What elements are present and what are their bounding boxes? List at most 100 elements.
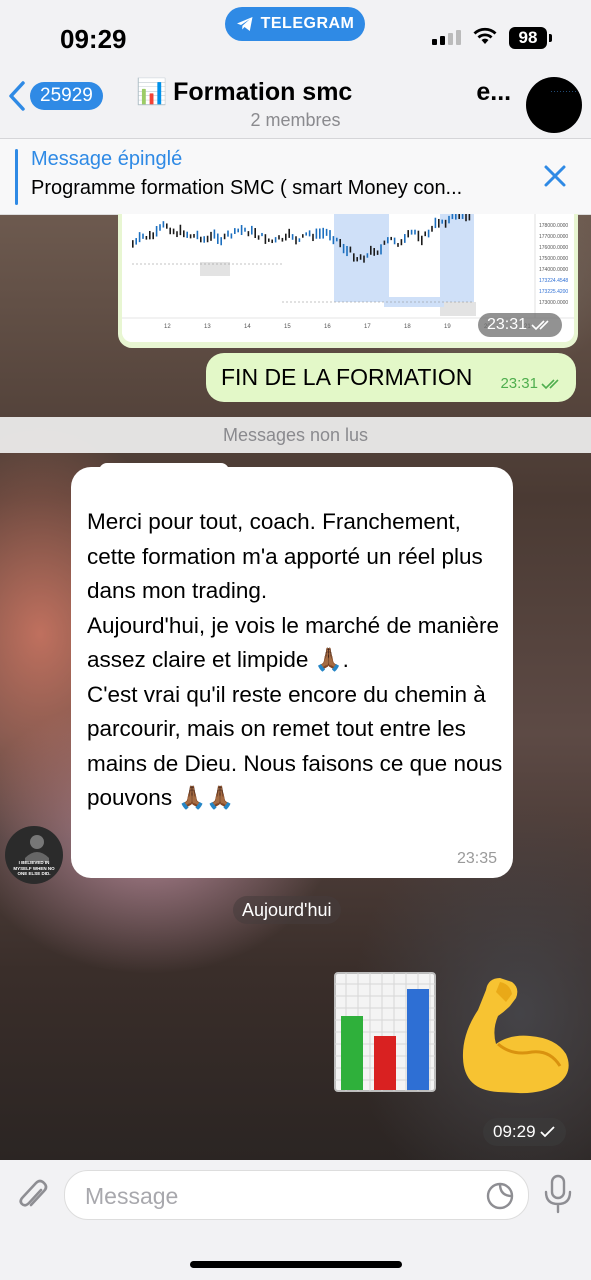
status-bar: 09:29 TELEGRAM 98 <box>0 0 591 60</box>
candle <box>268 238 270 242</box>
outgoing-message-time: 23:31 <box>500 375 538 392</box>
sticker-icon[interactable] <box>485 1181 515 1211</box>
avatar-chart-detail: ········· <box>550 89 578 95</box>
avatar-caption: I BELIEVED IN MYSELF WHEN NO ONE ELSE DI… <box>13 860 55 876</box>
battery-tip <box>549 34 552 42</box>
message-field[interactable] <box>64 1170 529 1220</box>
candle <box>149 230 151 240</box>
candle <box>291 234 294 240</box>
chat-header: 25929 📊 Formation smc e... 2 membres ····… <box>0 60 591 139</box>
message-paragraph: Aujourd'hui, je vois le marché de manièr… <box>87 612 500 673</box>
candle <box>325 228 328 236</box>
chat-avatar[interactable]: ········· <box>526 77 582 133</box>
candle <box>138 232 141 243</box>
outgoing-message-text: FIN DE LA FORMATION <box>221 364 473 390</box>
candle <box>274 237 277 243</box>
candle <box>434 217 437 229</box>
sticker-time: 09:29 <box>493 1122 536 1141</box>
candle <box>237 228 239 233</box>
candle <box>257 235 260 240</box>
close-icon[interactable] <box>543 164 567 188</box>
price-label: 173224.4548 <box>539 278 568 284</box>
price-label: 177000.0000 <box>539 234 568 240</box>
check-icon <box>539 1126 555 1138</box>
candle <box>213 229 216 239</box>
date-label: 12 <box>164 324 171 330</box>
date-separator: Aujourd'hui <box>233 896 341 924</box>
chat-title-end: e... <box>476 78 512 106</box>
candle <box>448 215 450 224</box>
candle <box>254 228 256 238</box>
outgoing-message[interactable]: FIN DE LA FORMATION 23:31 <box>206 353 576 402</box>
candle <box>247 231 250 237</box>
candle <box>264 234 267 244</box>
bar-chart-emoji-icon: 📊 <box>136 78 168 106</box>
home-indicator[interactable] <box>190 1261 402 1268</box>
candle <box>315 228 318 239</box>
message-input[interactable] <box>83 1179 467 1213</box>
microphone-icon[interactable] <box>543 1174 573 1214</box>
candle <box>298 238 301 242</box>
candle <box>410 229 413 235</box>
candle <box>370 245 372 255</box>
candle <box>356 257 358 262</box>
telegram-pill[interactable]: TELEGRAM <box>225 7 365 41</box>
candle <box>407 230 409 238</box>
clock: 09:29 <box>60 24 127 54</box>
pinned-message-bar[interactable]: Message épinglé Programme formation SMC … <box>0 139 591 215</box>
sender-avatar[interactable]: I BELIEVED IN MYSELF WHEN NO ONE ELSE DI… <box>5 826 63 884</box>
candle <box>186 231 188 238</box>
sticker-timestamp: 09:29 <box>483 1118 566 1146</box>
candle <box>353 253 355 262</box>
candle <box>451 214 454 220</box>
flexed-biceps-sticker[interactable] <box>458 972 574 1094</box>
candle <box>230 233 233 239</box>
battery-icon: 98 <box>509 27 547 49</box>
double-check-icon <box>531 320 549 331</box>
candle <box>162 221 165 228</box>
candle <box>376 250 379 255</box>
candle <box>193 233 195 238</box>
candle <box>240 225 243 236</box>
candle <box>145 236 148 240</box>
candle <box>261 232 263 237</box>
incoming-message[interactable]: Merci pour tout, coach. Franchement, cet… <box>71 463 513 878</box>
bar-chart-sticker[interactable] <box>334 972 436 1092</box>
candle <box>179 224 182 236</box>
candle <box>251 225 253 235</box>
candle <box>206 235 209 243</box>
candle <box>373 247 375 256</box>
candle <box>271 239 273 244</box>
date-label: 16 <box>324 324 331 330</box>
candle <box>183 230 185 238</box>
candle <box>227 230 229 237</box>
candle <box>380 244 382 255</box>
candle <box>305 232 307 236</box>
candle <box>152 232 154 240</box>
price-label: 178000.0000 <box>539 223 568 229</box>
message-paragraph: Merci pour tout, coach. Franchement, cet… <box>87 509 483 603</box>
paperclip-icon[interactable] <box>16 1176 50 1212</box>
telegram-icon <box>236 17 253 31</box>
date-label: 17 <box>364 324 371 330</box>
candle <box>132 240 134 248</box>
candle <box>336 237 338 242</box>
unread-messages-divider: Messages non lus <box>0 417 591 453</box>
redaction-mask <box>358 78 471 107</box>
price-label: 175000.0000 <box>539 256 568 262</box>
candle <box>322 227 324 239</box>
back-button[interactable]: 25929 <box>8 80 103 112</box>
candle <box>349 246 352 253</box>
candle <box>427 229 430 238</box>
date-label: 13 <box>204 324 211 330</box>
candle <box>414 229 416 235</box>
candle <box>155 226 158 237</box>
candle <box>281 237 284 242</box>
candle <box>387 237 389 244</box>
candle <box>244 227 246 232</box>
chat-title[interactable]: 📊 Formation smc e... <box>136 78 511 107</box>
candle <box>383 240 386 245</box>
candle <box>465 214 467 222</box>
pinned-text: Programme formation SMC ( smart Money co… <box>31 177 463 199</box>
candle <box>397 243 399 247</box>
